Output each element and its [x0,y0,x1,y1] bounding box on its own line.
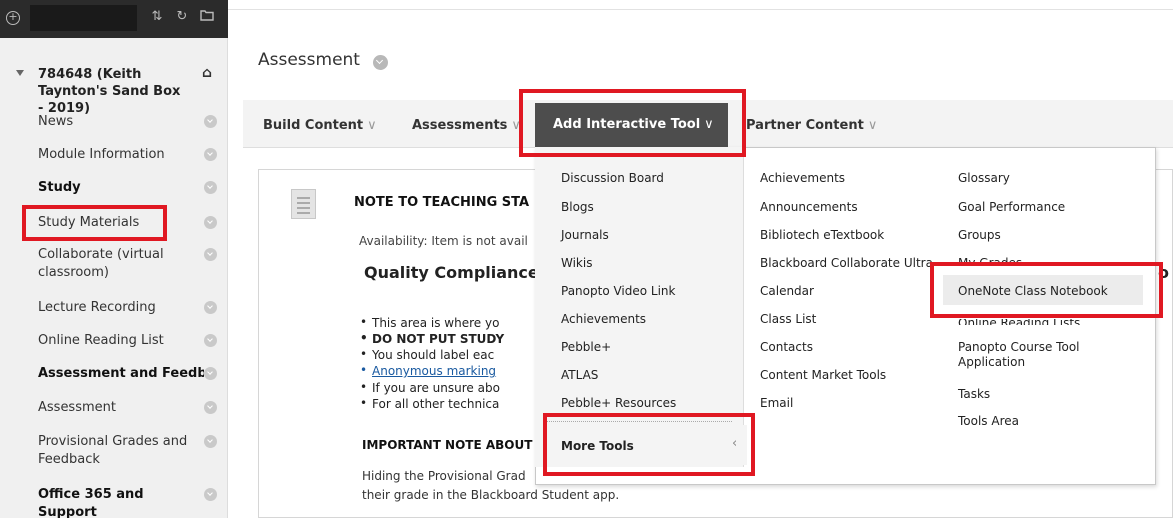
menu-item-pebble-plus[interactable]: Pebble+ [561,340,611,355]
sidebar-item-office-365[interactable]: Office 365 and Support [38,486,188,518]
highlight-box [930,262,1163,318]
assessments-menu[interactable]: Assessments ∨ [412,118,521,133]
sort-icon[interactable]: ⇅ [149,9,165,25]
hiding-text: Hiding the Provisional Grad [362,469,526,483]
sidebar-item-assessment-and-feedback[interactable]: Assessment and Feedbac [38,365,204,383]
quality-compliance-heading: Quality Compliance [364,263,539,282]
sidebar-item-provisional-grades[interactable]: Provisional Grades and Feedback [38,433,193,469]
menu-item-tools-area[interactable]: Tools Area [958,414,1019,429]
chevron-down-icon: ∨ [867,118,878,133]
menu-item-wikis[interactable]: Wikis [561,256,592,271]
highlight-box [519,89,746,157]
menu-item-pebble-plus-resources[interactable]: Pebble+ Resources [561,396,676,411]
menu-item-blogs[interactable]: Blogs [561,200,594,215]
list-item: DO NOT PUT STUDY [360,331,504,346]
chevron-down-icon[interactable] [204,148,217,161]
menu-item-groups[interactable]: Groups [958,228,1001,243]
chevron-down-icon[interactable] [204,301,217,314]
collapse-icon[interactable] [16,70,24,76]
chevron-down-icon[interactable] [204,181,217,194]
menu-item-atlas[interactable]: ATLAS [561,368,598,383]
highlight-box [22,205,167,241]
sidebar-item-study[interactable]: Study [38,179,188,197]
sidebar-item-module-information[interactable]: Module Information [38,146,188,164]
menu-item-glossary[interactable]: Glossary [958,171,1010,186]
sidebar-search-input[interactable] [30,5,137,31]
chevron-down-icon[interactable] [204,248,217,261]
chevron-down-icon[interactable] [204,488,217,501]
chevron-down-icon[interactable] [204,401,217,414]
sidebar-item-news[interactable]: News [38,113,188,131]
sidebar-item-collaborate[interactable]: Collaborate (virtual classroom) [38,246,178,282]
highlight-box [543,413,755,476]
partner-content-menu[interactable]: Partner Content ∨ [746,118,877,133]
menu-item-class-list[interactable]: Class List [760,312,816,327]
menu-item-discussion-board[interactable]: Discussion Board [561,171,664,186]
sidebar-item-lecture-recording[interactable]: Lecture Recording [38,299,188,317]
page-title: Assessment [258,50,360,70]
home-icon[interactable]: ⌂ [202,65,212,82]
list-item: If you are unsure abo [360,380,500,395]
chevron-down-icon[interactable] [373,55,388,70]
add-icon[interactable]: + [6,11,20,25]
menu-item-email[interactable]: Email [760,396,793,411]
availability-text: Availability: Item is not avail [359,234,528,248]
menu-item-content-market-tools[interactable]: Content Market Tools [760,368,886,383]
menu-item-panopto-course-tool[interactable]: Panopto Course Tool Application [958,340,1108,370]
menu-item-panopto-video-link[interactable]: Panopto Video Link [561,284,676,299]
menu-item-contacts[interactable]: Contacts [760,340,813,355]
sidebar-toolbar: + ⇅ ↻ [0,0,228,38]
menu-item-journals[interactable]: Journals [561,228,609,243]
menu-item-announcements[interactable]: Announcements [760,200,858,215]
top-divider [228,0,1173,10]
anonymous-marking-link[interactable]: Anonymous marking [360,363,496,378]
folder-icon[interactable] [199,9,215,25]
chevron-down-icon[interactable] [204,334,217,347]
chevron-down-icon: ∨ [367,118,377,133]
menu-item-calendar[interactable]: Calendar [760,284,814,299]
hiding-text-continued: their grade in the Blackboard Student ap… [362,488,620,502]
list-item: You should label eac [360,347,494,362]
chevron-down-icon[interactable] [204,367,217,380]
menu-item-achievements-2[interactable]: Achievements [760,171,845,186]
chevron-down-icon[interactable] [204,216,217,229]
menu-item-bibliotech[interactable]: Bibliotech eTextbook [760,228,884,243]
list-item: This area is where yo [360,315,499,330]
sidebar-item-assessment[interactable]: Assessment [38,399,188,417]
content-item-title[interactable]: NOTE TO TEACHING STA [354,195,529,210]
document-icon [291,189,316,219]
menu-item-achievements[interactable]: Achievements [561,312,646,327]
important-note-heading: IMPORTANT NOTE ABOUT [362,438,533,452]
chevron-down-icon[interactable] [204,435,217,448]
chevron-down-icon[interactable] [204,115,217,128]
build-content-menu[interactable]: Build Content ∨ [263,118,377,133]
sidebar-item-online-reading-list[interactable]: Online Reading List [38,332,188,350]
menu-item-tasks[interactable]: Tasks [958,387,990,402]
blackboard-window: + ⇅ ↻ 784648 (Keith Taynton's Sand Box -… [0,0,1173,518]
menu-item-collaborate-ultra[interactable]: Blackboard Collaborate Ultra [760,256,932,271]
refresh-icon[interactable]: ↻ [174,9,190,25]
menu-item-goal-performance[interactable]: Goal Performance [958,200,1065,215]
list-item: For all other technica [360,396,499,411]
